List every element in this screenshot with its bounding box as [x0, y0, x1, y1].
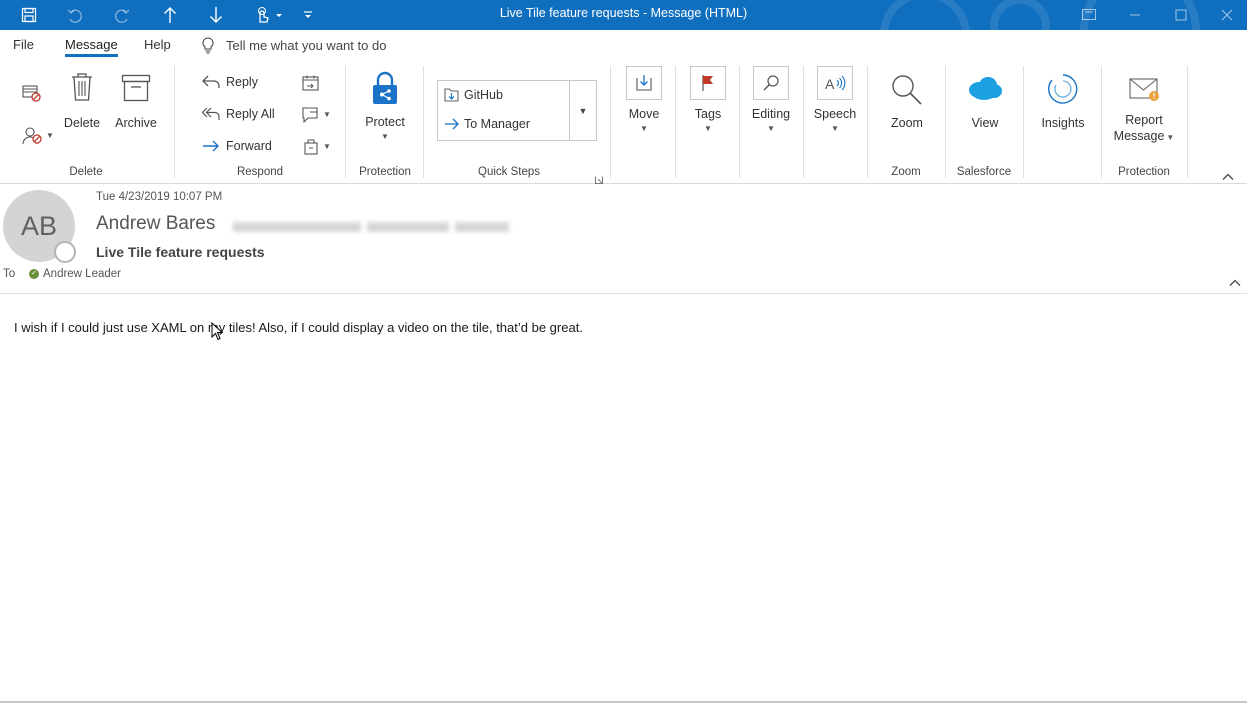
forward-icon [202, 139, 226, 153]
svg-text:A: A [825, 76, 835, 92]
reply-button[interactable]: Reply [202, 75, 258, 89]
find-icon [753, 66, 789, 100]
group-separator [803, 66, 804, 178]
tell-me-box[interactable]: Tell me what you want to do [201, 37, 386, 54]
group-separator [1101, 66, 1102, 178]
forward-button[interactable]: Forward [202, 139, 272, 153]
salesforce-view-button[interactable]: View [962, 74, 1008, 131]
group-separator [1023, 66, 1024, 178]
lightbulb-icon [201, 37, 215, 54]
redacted-email [233, 222, 361, 232]
move-to-folder-icon [444, 87, 459, 102]
tab-file[interactable]: File [13, 37, 34, 52]
group-separator [423, 66, 424, 178]
group-label-quick-steps: Quick Steps [478, 166, 540, 178]
insights-icon [1046, 72, 1080, 109]
flag-icon [690, 66, 726, 100]
delete-button[interactable]: Delete [63, 72, 101, 131]
close-icon[interactable] [1204, 0, 1247, 30]
collapse-header-icon[interactable] [1229, 274, 1241, 292]
tell-me-placeholder: Tell me what you want to do [226, 38, 387, 53]
group-separator [867, 66, 868, 178]
read-aloud-icon: A [817, 66, 853, 100]
zoom-button[interactable]: Zoom [884, 74, 930, 131]
message-body[interactable]: I wish if I could just use XAML on my ti… [14, 320, 583, 335]
insights-button[interactable]: Insights [1038, 72, 1088, 131]
tab-message[interactable]: Message [65, 37, 118, 57]
quick-steps-expand-button[interactable]: ▼ [569, 81, 596, 140]
group-label-delete: Delete [69, 166, 103, 178]
report-message-icon [1127, 76, 1161, 105]
group-separator [345, 66, 346, 178]
ribbon-display-options-icon[interactable] [1066, 0, 1112, 30]
reply-all-icon [202, 107, 226, 121]
sender-name[interactable]: Andrew Bares [96, 213, 215, 235]
to-label: To [3, 268, 16, 280]
reply-all-button[interactable]: Reply All [202, 107, 275, 121]
salesforce-cloud-icon [967, 74, 1003, 107]
group-label-protection-2: Protection [1118, 166, 1170, 178]
maximize-icon[interactable] [1158, 0, 1204, 30]
ribbon: ▼ Delete Archive Delete Reply Reply All … [0, 60, 1247, 184]
forward-arrow-icon [444, 118, 459, 130]
group-separator [610, 66, 611, 178]
move-button[interactable]: Move ▼ [622, 66, 666, 133]
group-separator [174, 66, 175, 178]
recipient-presence-icon: ✓ [29, 269, 39, 279]
protect-button[interactable]: Protect ▼ [360, 71, 410, 141]
group-label-salesforce: Salesforce [956, 166, 1012, 178]
group-label-respond: Respond [236, 166, 284, 178]
minimize-icon[interactable] [1112, 0, 1158, 30]
report-message-label: Message [1113, 129, 1165, 143]
reply-icon [202, 75, 226, 89]
speech-button[interactable]: A Speech ▼ [813, 66, 857, 133]
archive-icon [121, 74, 151, 105]
tab-help[interactable]: Help [144, 37, 171, 52]
group-separator [1187, 66, 1188, 178]
meeting-icon[interactable] [302, 75, 320, 96]
message-header: AB Tue 4/23/2019 10:07 PM Andrew Bares L… [0, 184, 1247, 294]
group-separator [675, 66, 676, 178]
message-subject: Live Tile feature requests [96, 244, 265, 260]
quick-step-to-manager[interactable]: To Manager [444, 117, 530, 131]
im-reply-icon[interactable]: ▼ [302, 107, 331, 123]
trash-icon [69, 72, 95, 105]
group-separator [945, 66, 946, 178]
presence-status-icon [54, 241, 76, 263]
mouse-cursor-icon [211, 321, 224, 346]
group-label-zoom: Zoom [891, 166, 921, 178]
recipient[interactable]: ✓ Andrew Leader [29, 268, 121, 280]
editing-button[interactable]: Editing ▼ [749, 66, 793, 133]
quick-steps-gallery: GitHub To Manager ▼ [437, 80, 597, 141]
ignore-icon[interactable] [22, 84, 42, 107]
archive-button[interactable]: Archive [112, 74, 160, 131]
protect-lock-icon [371, 71, 399, 108]
more-respond-icon[interactable]: ▼ [302, 139, 331, 155]
ribbon-tabs: File Message Help Tell me what you want … [0, 30, 1247, 60]
window-title: Live Tile feature requests - Message (HT… [499, 6, 748, 20]
magnifier-icon [890, 74, 924, 109]
title-bar: Live Tile feature requests - Message (HT… [0, 0, 1247, 30]
message-date: Tue 4/23/2019 10:07 PM [96, 191, 223, 203]
group-label-protection: Protection [359, 166, 411, 178]
tags-button[interactable]: Tags ▼ [686, 66, 730, 133]
quick-step-github[interactable]: GitHub [444, 87, 503, 102]
move-icon [626, 66, 662, 100]
recipient-name: Andrew Leader [43, 268, 121, 280]
redacted-email [455, 222, 509, 232]
report-message-button[interactable]: Report Message ▼ [1112, 76, 1176, 144]
group-separator [739, 66, 740, 178]
junk-icon[interactable]: ▼ [22, 126, 54, 146]
redacted-email [367, 222, 449, 232]
